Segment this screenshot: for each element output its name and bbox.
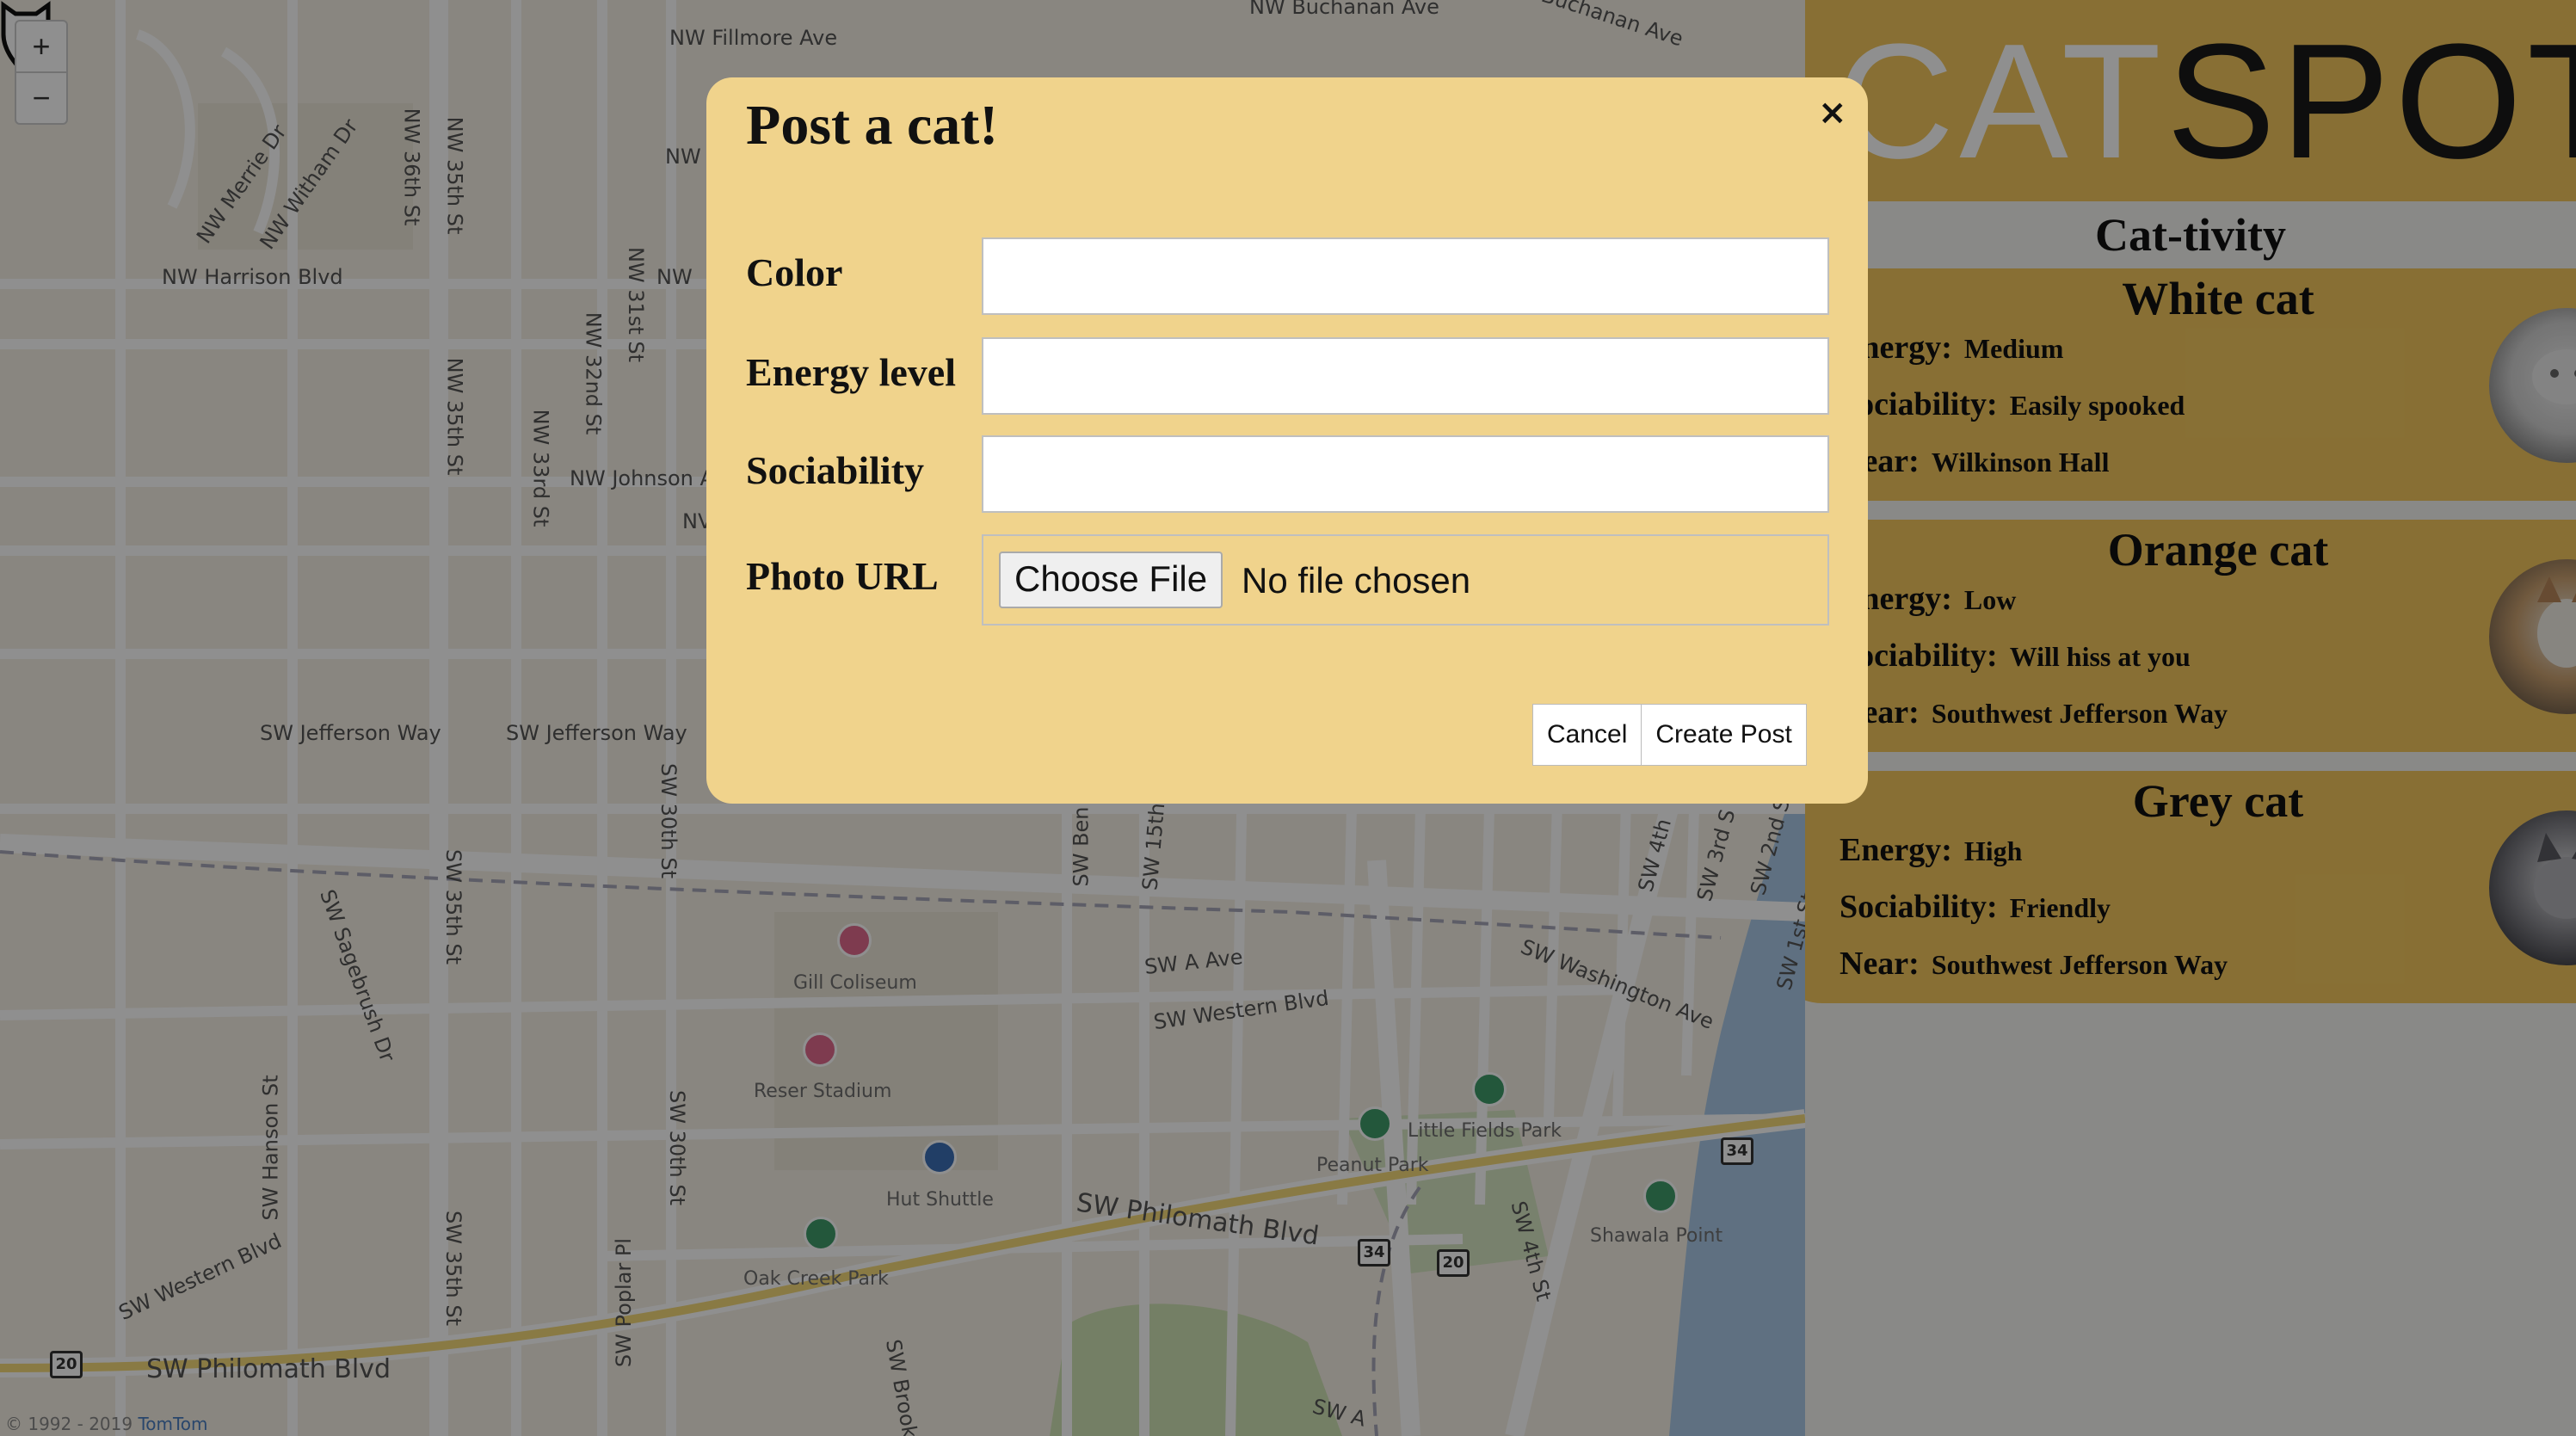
photo-url-label: Photo URL	[746, 554, 939, 598]
modal-title: Post a cat!	[746, 94, 999, 157]
photo-file-input: Choose File No file chosen	[982, 534, 1829, 626]
post-cat-modal: Post a cat! × Color Energy level Sociabi…	[706, 77, 1868, 804]
color-input[interactable]	[982, 237, 1829, 315]
sociability-label: Sociability	[746, 448, 925, 492]
sociability-input[interactable]	[982, 435, 1829, 513]
cancel-button[interactable]: Cancel	[1532, 704, 1642, 766]
file-status-text: No file chosen	[1242, 560, 1471, 601]
create-post-button[interactable]: Create Post	[1642, 704, 1807, 766]
energy-level-label: Energy level	[746, 350, 956, 394]
close-icon[interactable]: ×	[1818, 93, 1847, 133]
modal-actions: Cancel Create Post	[1532, 704, 1807, 766]
choose-file-button[interactable]: Choose File	[999, 552, 1223, 608]
color-label: Color	[746, 250, 843, 294]
energy-level-input[interactable]	[982, 337, 1829, 415]
